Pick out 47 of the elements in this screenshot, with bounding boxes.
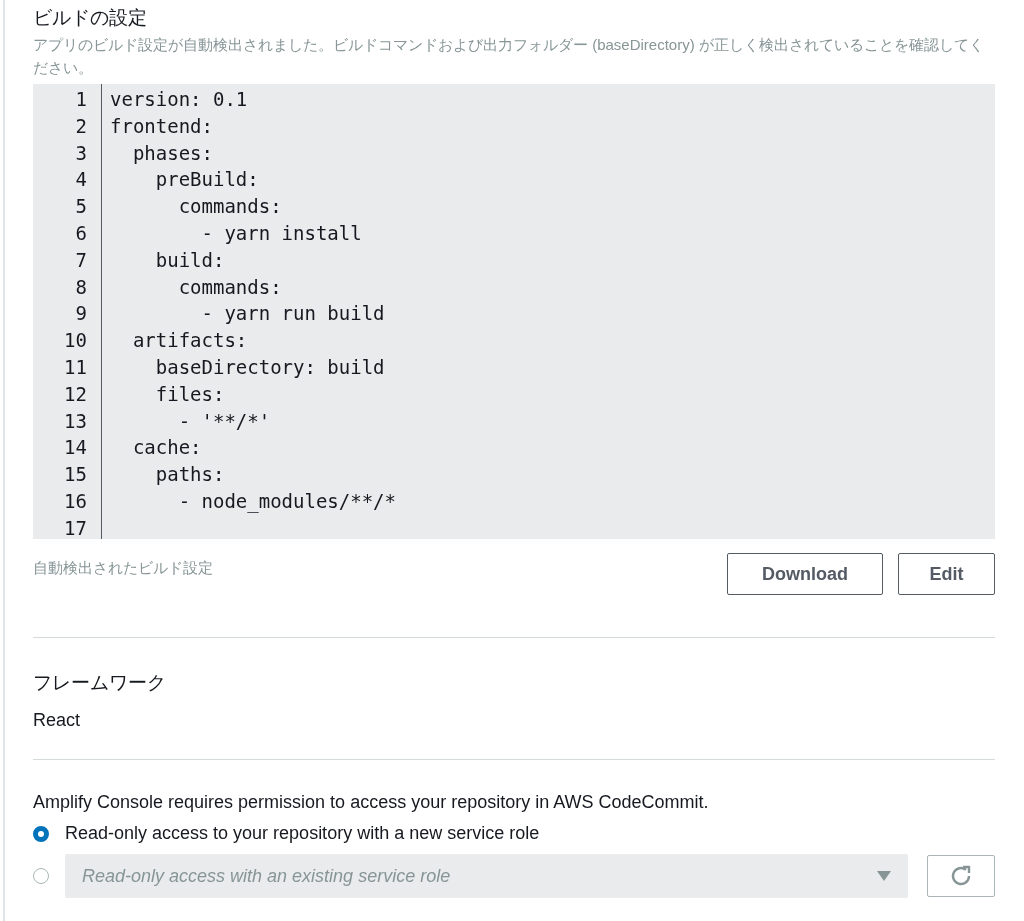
line-number: 5 (74, 194, 88, 220)
line-number: 3 (74, 140, 88, 166)
line-number: 7 (74, 247, 88, 273)
code-line: build: (154, 248, 225, 271)
section-description: アプリのビルド設定が自動検出されました。ビルドコマンドおよび出力フォルダー (baseDirectory) が正しく検出されていることを確認してください。 (33, 35, 985, 78)
radio-button[interactable] (33, 825, 49, 842)
field-label: フレームワーク (33, 671, 167, 695)
section-title: ビルドの設定 (33, 6, 148, 30)
editor-caption: 自動検出されたビルド設定 (33, 558, 213, 578)
line-number: 2 (74, 113, 88, 139)
code-editor[interactable] (33, 84, 995, 539)
option-label: Read-only access to your repository with a new service role (65, 823, 540, 844)
line-number: 6 (74, 221, 88, 246)
line-number: 17 (63, 515, 88, 541)
line-number: 9 (74, 301, 88, 327)
code-line: paths: (154, 463, 225, 486)
download-button[interactable]: Download (727, 553, 883, 595)
edit-button[interactable]: Edit (898, 553, 995, 595)
field-value: React (33, 710, 82, 731)
code-line: files: (154, 382, 225, 405)
line-number: 13 (63, 408, 88, 434)
code-line: frontend: (110, 114, 213, 137)
code-line: - node_modules/**/* (177, 489, 396, 512)
code-line: preBuild: (154, 168, 259, 191)
code-line: commands: (177, 195, 282, 218)
code-line: - '**/*' (177, 409, 271, 432)
line-number: 4 (74, 167, 88, 193)
code-line: - yarn install (200, 222, 362, 244)
line-number: 15 (63, 462, 88, 488)
caret-icon (877, 871, 891, 881)
code-line: baseDirectory: build (154, 355, 385, 378)
code-line: version: 0.1 (110, 88, 248, 110)
line-number: 12 (63, 381, 88, 407)
line-number: 10 (63, 328, 88, 354)
refresh-button[interactable] (927, 855, 995, 897)
code-line: cache: (131, 436, 202, 459)
line-number: 14 (63, 435, 88, 461)
line-number: 8 (74, 274, 88, 300)
code-line: artifacts: (131, 329, 248, 352)
line-number: 1 (74, 87, 88, 112)
refresh-icon (949, 864, 973, 888)
line-number: 11 (63, 354, 88, 380)
code-line: phases: (131, 141, 213, 164)
permission-text: Amplify Console requires permission to access your repository in AWS CodeCommit. (33, 792, 710, 813)
code-line: commands: (177, 275, 282, 298)
line-number: 16 (63, 488, 88, 514)
code-line: - yarn run build (200, 302, 385, 325)
